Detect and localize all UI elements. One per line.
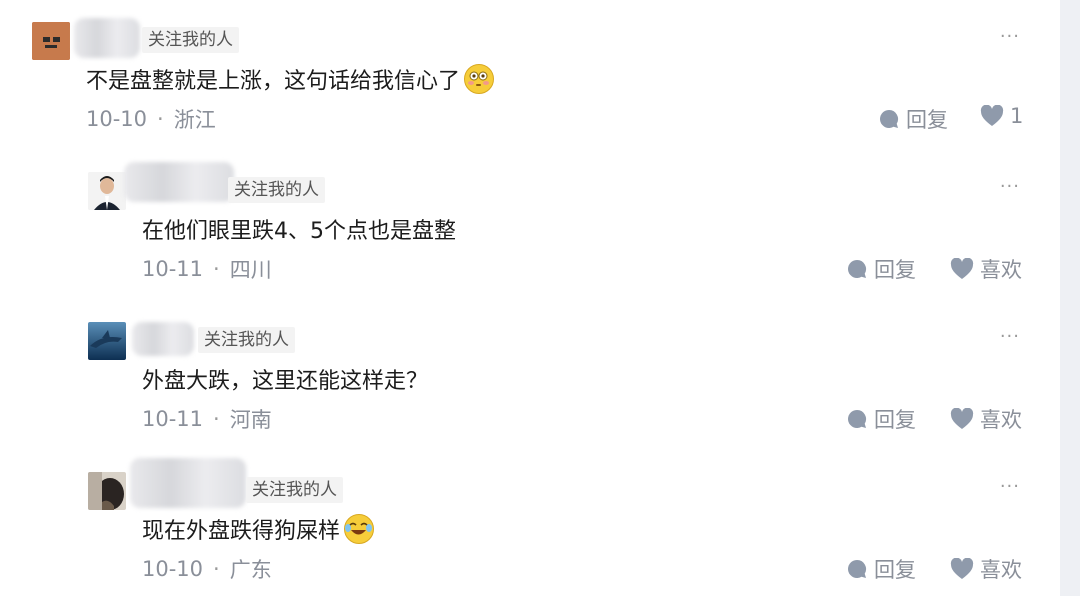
heart-icon xyxy=(950,408,974,429)
reply-button[interactable]: 回复 xyxy=(846,404,916,434)
avatar[interactable] xyxy=(88,322,126,360)
like-button[interactable]: 喜欢 xyxy=(950,554,1022,584)
username-blurred[interactable] xyxy=(130,458,246,508)
reply-item: 关注我的人 ··· 在他们眼里跌4、5个点也是盘整 10-11 · 四川 回复 … xyxy=(0,150,1060,300)
comment-meta: 10-11 · 四川 xyxy=(142,254,272,284)
username-blurred[interactable] xyxy=(124,162,234,202)
like-count: 1 xyxy=(1010,104,1024,128)
meta-separator: · xyxy=(157,107,164,131)
comment-text: 不是盘整就是上涨，这句话给我信心了 xyxy=(86,62,495,96)
reply-button[interactable]: 回复 xyxy=(846,554,916,584)
comment-text-content: 在他们眼里跌4、5个点也是盘整 xyxy=(142,219,456,244)
comment-date: 10-10 xyxy=(86,107,148,131)
follow-tag: 关注我的人 xyxy=(142,27,239,53)
reply-label: 回复 xyxy=(874,558,916,582)
comment-text: 现在外盘跌得狗屎样 xyxy=(142,512,375,546)
avatar[interactable] xyxy=(88,172,126,210)
follow-tag: 关注我的人 xyxy=(228,177,325,203)
more-options-button[interactable]: ··· xyxy=(1000,176,1020,197)
comment-location: 浙江 xyxy=(173,108,216,132)
comment-meta: 10-10 · 浙江 xyxy=(86,104,216,134)
more-options-button[interactable]: ··· xyxy=(1000,476,1020,497)
reply-button[interactable]: 回复 xyxy=(846,254,916,284)
comment-bubble-icon xyxy=(880,109,899,128)
comment-location: 四川 xyxy=(229,258,272,282)
reply-label: 回复 xyxy=(906,108,948,132)
comment-meta: 10-10 · 广东 xyxy=(142,554,272,584)
follow-tag: 关注我的人 xyxy=(246,477,343,503)
comment-text-content: 外盘大跌，这里还能这样走？ xyxy=(142,369,429,394)
page-edge xyxy=(1060,0,1080,596)
heart-icon xyxy=(980,105,1004,126)
comment-date: 10-11 xyxy=(142,407,204,431)
like-label: 喜欢 xyxy=(980,258,1022,282)
like-label: 喜欢 xyxy=(980,408,1022,432)
flushed-face-icon xyxy=(464,64,495,94)
comment-text-content: 现在外盘跌得狗屎样 xyxy=(142,519,341,544)
comment-text-content: 不是盘整就是上涨，这句话给我信心了 xyxy=(86,69,461,94)
meta-separator: · xyxy=(213,257,220,281)
meta-separator: · xyxy=(213,557,220,581)
follow-tag: 关注我的人 xyxy=(198,327,295,353)
avatar[interactable] xyxy=(32,22,70,60)
comment-bubble-icon xyxy=(848,559,867,578)
comment-bubble-icon xyxy=(848,409,867,428)
comment-date: 10-11 xyxy=(142,257,204,281)
comment-bubble-icon xyxy=(848,259,867,278)
avatar[interactable] xyxy=(88,472,126,510)
like-label: 喜欢 xyxy=(980,558,1022,582)
reply-button[interactable]: 回复 xyxy=(878,104,948,134)
more-options-button[interactable]: ··· xyxy=(1000,26,1020,47)
reply-item: 关注我的人 ··· 外盘大跌，这里还能这样走？ 10-11 · 河南 回复 喜欢 xyxy=(0,300,1060,450)
heart-icon xyxy=(950,558,974,579)
reply-item: 关注我的人 ··· 现在外盘跌得狗屎样 10-10 · 广东 回复 喜欢 xyxy=(0,450,1060,596)
comment-text: 外盘大跌，这里还能这样走？ xyxy=(142,362,428,396)
comment-location: 广东 xyxy=(229,558,272,582)
comment-item: 关注我的人 ··· 不是盘整就是上涨，这句话给我信心了 10-10 · 浙江 回… xyxy=(0,0,1060,150)
comment-meta: 10-11 · 河南 xyxy=(142,404,272,434)
reply-label: 回复 xyxy=(874,258,916,282)
like-button[interactable]: 1 xyxy=(980,104,1023,128)
username-blurred[interactable] xyxy=(74,18,140,58)
comment-date: 10-10 xyxy=(142,557,204,581)
like-button[interactable]: 喜欢 xyxy=(950,404,1022,434)
comment-location: 河南 xyxy=(229,408,272,432)
meta-separator: · xyxy=(213,407,220,431)
comment-text: 在他们眼里跌4、5个点也是盘整 xyxy=(142,212,456,246)
laughing-crying-face-icon xyxy=(344,514,375,544)
reply-label: 回复 xyxy=(874,408,916,432)
username-blurred[interactable] xyxy=(132,322,194,356)
like-button[interactable]: 喜欢 xyxy=(950,254,1022,284)
more-options-button[interactable]: ··· xyxy=(1000,326,1020,347)
heart-icon xyxy=(950,258,974,279)
